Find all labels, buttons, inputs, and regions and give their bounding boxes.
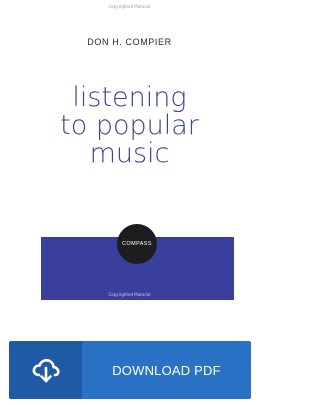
download-pdf-button[interactable]: DOWNLOAD PDF bbox=[9, 341, 251, 399]
book-title: listening to popular music bbox=[0, 84, 259, 168]
book-title-line: listening bbox=[72, 82, 187, 113]
book-title-line: music bbox=[89, 138, 170, 169]
download-label: DOWNLOAD PDF bbox=[112, 362, 221, 378]
cloud-download-icon bbox=[32, 358, 60, 383]
download-label-box[interactable]: DOWNLOAD PDF bbox=[82, 341, 251, 399]
book-page: Copyrighted Material DON H. COMPIER list… bbox=[0, 0, 259, 405]
download-icon-box[interactable] bbox=[9, 341, 82, 399]
copyright-notice-bottom: Copyrighted Material bbox=[108, 292, 151, 297]
publisher-logo-text: COMPASS bbox=[122, 241, 152, 247]
book-author: DON H. COMPIER bbox=[87, 37, 172, 47]
book-title-line: to popular bbox=[60, 110, 199, 141]
publisher-logo: COMPASS bbox=[117, 224, 157, 264]
copyright-notice-top: Copyrighted Material bbox=[108, 4, 151, 9]
